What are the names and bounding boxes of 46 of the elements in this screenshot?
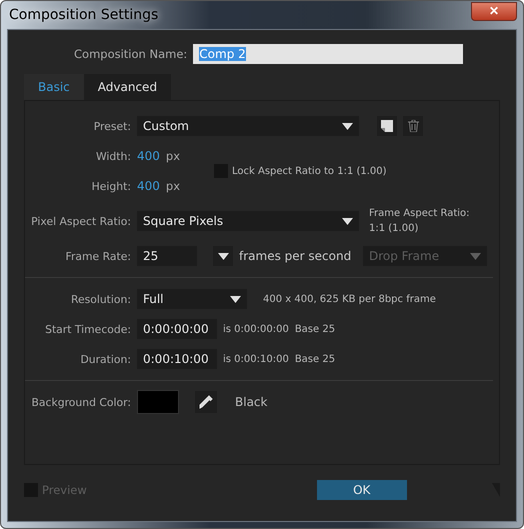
window-title: Composition Settings xyxy=(8,7,158,23)
unit-label: px xyxy=(166,149,180,163)
tab[interactable]: Basic xyxy=(24,74,84,100)
frame-rate-field[interactable]: 25 xyxy=(137,246,197,266)
field-label: Frame Rate: xyxy=(64,250,131,262)
field-label: Start Timecode: xyxy=(44,322,131,336)
pixel-aspect-dropdown[interactable]: Square Pixels xyxy=(137,211,359,231)
ok-button[interactable]: OK xyxy=(316,480,407,500)
frame-aspect-value: 1:1 (1.00) xyxy=(369,223,420,234)
caret-icon xyxy=(230,296,241,302)
unit-label: frames per second xyxy=(239,249,352,263)
frame-rate-dropdown[interactable] xyxy=(213,246,233,266)
color-name: Black xyxy=(235,395,268,409)
field-label: Preset: xyxy=(92,120,131,132)
field-label: Background Color: xyxy=(30,396,131,408)
resolution-info: 400 x 400, 625 KB per 8bpc frame xyxy=(263,294,436,304)
unit-label: px xyxy=(166,179,180,193)
caret-icon xyxy=(470,252,481,260)
dimension-value: 400 xyxy=(137,179,160,193)
caret-icon xyxy=(218,252,228,260)
field-label: Composition Name: xyxy=(74,47,188,61)
eyedropper-icon[interactable] xyxy=(195,391,217,413)
field-label: Resolution: xyxy=(70,292,131,306)
new-preset-icon[interactable] xyxy=(377,116,397,136)
start-timecode-field[interactable]: 0:00:00:00 xyxy=(137,319,217,339)
checkbox-label: Lock Aspect Ratio to 1:1 (1.00) xyxy=(232,166,387,176)
color-swatch[interactable] xyxy=(137,390,179,414)
resolution-dropdown[interactable]: Full xyxy=(137,289,247,309)
field-label: Pixel Aspect Ratio: xyxy=(30,214,131,228)
field-label: Duration: xyxy=(79,352,131,366)
dimension-value: 400 xyxy=(137,149,160,163)
timecode-info: is 0:00:10:00 xyxy=(223,354,289,364)
duration-field[interactable]: 0:00:10:00 xyxy=(137,349,217,369)
frame-aspect-label: Frame Aspect Ratio: xyxy=(369,208,470,219)
caret-icon xyxy=(342,218,353,224)
close-button[interactable]: ✕ xyxy=(471,2,517,20)
preset-dropdown[interactable]: Custom xyxy=(137,116,359,136)
field-label: Width: xyxy=(94,150,131,162)
field-label: Height: xyxy=(90,180,131,192)
checkbox-label: Preview xyxy=(42,483,87,497)
timecode-base: Base 25 xyxy=(294,354,336,364)
timecode-info: is 0:00:00:00 xyxy=(223,324,289,334)
tab[interactable]: Advanced xyxy=(84,74,172,100)
caret-icon xyxy=(342,122,353,130)
trash-icon[interactable] xyxy=(403,116,423,136)
timecode-base: Base 25 xyxy=(294,324,336,334)
